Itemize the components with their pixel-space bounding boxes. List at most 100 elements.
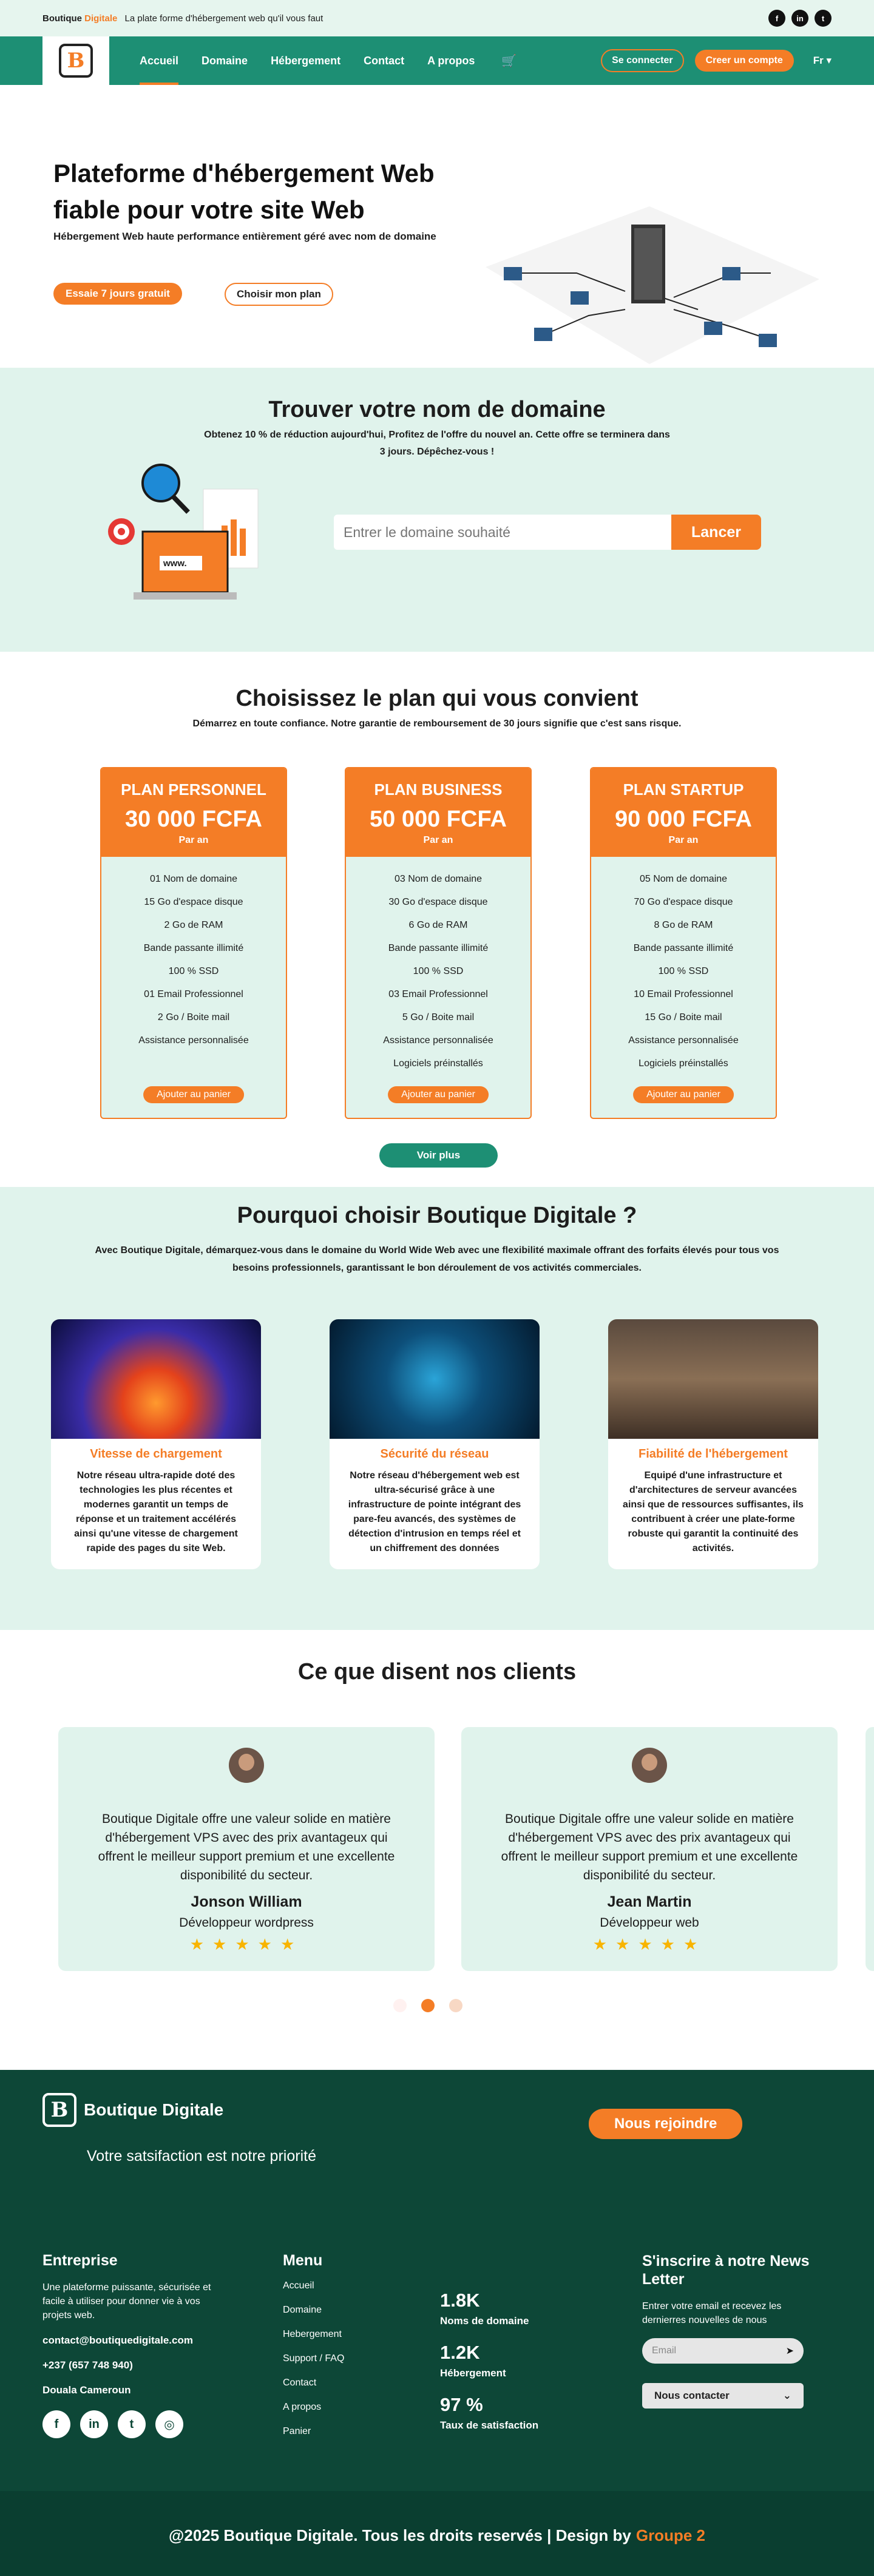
add-to-cart-button[interactable]: Ajouter au panier [388, 1086, 489, 1103]
plan-feature: 15 Go d'espace disque [144, 897, 243, 907]
footer-logo[interactable]: B Boutique Digitale [42, 2093, 223, 2127]
feature-card-reliability: Fiabilité de l'hébergement Equipé d'une … [608, 1319, 818, 1569]
footer-company-title: Entreprise [42, 2252, 118, 2269]
trial-button[interactable]: Essaie 7 jours gratuit [53, 283, 182, 305]
main-nav: B Accueil Domaine Hébergement Contact A … [0, 36, 874, 85]
copyright-text: @2025 Boutique Digitale. Tous les droits… [169, 2526, 631, 2544]
plan-feature: Logiciels préinstallés [393, 1058, 483, 1069]
topbar-tagline: La plate forme d'hébergement web qu'il v… [124, 13, 324, 24]
contact-us-label: Nous contacter [654, 2390, 730, 2401]
footer-link-panier[interactable]: Panier [283, 2426, 344, 2437]
plan-name: PLAN BUSINESS [374, 780, 503, 799]
domain-illustration: www. [108, 464, 259, 600]
choose-plan-button[interactable]: Choisir mon plan [225, 283, 333, 306]
newsletter-email-input[interactable]: Email ➤ [642, 2338, 804, 2364]
plan-feature: Assistance personnalisée [138, 1035, 249, 1046]
plan-feature: 100 % SSD [658, 966, 709, 976]
carousel-dot[interactable] [393, 1999, 407, 2012]
footer-newsletter: S'inscrire à notre News Letter Entrer vo… [642, 2252, 818, 2409]
footer-link-accueil[interactable]: Accueil [283, 2280, 344, 2291]
why-section: Pourquoi choisir Boutique Digitale ? Ave… [0, 1187, 874, 1630]
nav-item-domaine[interactable]: Domaine [202, 36, 248, 85]
feature-card-security: Sécurité du réseau Notre réseau d'héberg… [330, 1319, 540, 1569]
testimonial-card: Boutique Digitale offre une valeur solid… [461, 1727, 838, 1971]
testimonial-role: Développeur wordpress [179, 1916, 314, 1930]
plan-feature: 8 Go de RAM [654, 920, 713, 930]
plan-feature: 100 % SSD [168, 966, 219, 976]
plan-feature: 15 Go / Boite mail [645, 1012, 722, 1023]
newsletter-text: Entrer votre email et recevez les dernie… [642, 2301, 782, 2325]
footer-link-hebergement[interactable]: Hebergement [283, 2329, 344, 2340]
stat-value: 97 % [440, 2394, 483, 2415]
carousel-dot[interactable] [449, 1999, 462, 2012]
testimonial-role: Développeur web [600, 1916, 699, 1930]
plans-title: Choisissez le plan qui vous convient [235, 686, 639, 711]
send-icon[interactable]: ➤ [786, 2345, 794, 2357]
facebook-icon[interactable]: f [768, 10, 785, 27]
plan-feature: 5 Go / Boite mail [402, 1012, 475, 1023]
testimonial-name: Jonson William [191, 1893, 302, 1910]
feature-card-text: Equipé d'une infrastructure et d'archite… [623, 1470, 804, 1553]
avatar [229, 1748, 264, 1783]
login-button[interactable]: Se connecter [601, 49, 684, 72]
footer-email[interactable]: contact@boutiquedigitale.com [42, 2333, 218, 2347]
join-button[interactable]: Nous rejoindre [589, 2109, 743, 2139]
plan-feature: 2 Go de RAM [164, 920, 223, 930]
feature-card-title: Fiabilité de l'hébergement [639, 1447, 788, 1461]
plan-feature: Bande passante illimité [143, 943, 244, 953]
stat-label: Noms de domaine [440, 2315, 529, 2327]
footer-link-contact[interactable]: Contact [283, 2378, 344, 2388]
plan-feature: 03 Nom de domaine [394, 874, 483, 884]
domain-search-button[interactable]: Lancer [671, 515, 761, 550]
footer-menu-title: Menu [283, 2252, 323, 2269]
contact-us-button[interactable]: Nous contacter ⌄ [642, 2383, 804, 2409]
plan-feature: Assistance personnalisée [628, 1035, 739, 1046]
avatar [632, 1748, 667, 1783]
instagram-icon[interactable]: ◎ [155, 2410, 183, 2438]
twitter-icon[interactable]: t [118, 2410, 146, 2438]
footer-socials: f in t ◎ [42, 2410, 218, 2438]
linkedin-icon[interactable]: in [791, 10, 808, 27]
designer-link[interactable]: Groupe 2 [636, 2526, 705, 2545]
testimonial-card-next [866, 1727, 874, 1971]
feature-card-title: Vitesse de chargement [90, 1447, 222, 1461]
padlock-image [330, 1319, 540, 1439]
plan-card-startup: PLAN STARTUP 90 000 FCFA Par an 05 Nom d… [590, 767, 777, 1119]
domain-search-input[interactable] [334, 515, 671, 550]
testimonial-name: Jean Martin [607, 1893, 692, 1910]
plan-feature: Assistance personnalisée [383, 1035, 493, 1046]
footer-link-support[interactable]: Support / FAQ [283, 2353, 344, 2364]
testimonial-text: Boutique Digitale offre une valeur solid… [98, 1812, 395, 1882]
domain-title: Trouver votre nom de domaine [268, 397, 606, 422]
plan-feature: 01 Email Professionnel [144, 989, 243, 999]
facebook-icon[interactable]: f [42, 2410, 70, 2438]
nav-links: Accueil Domaine Hébergement Contact A pr… [140, 36, 517, 85]
footer-link-apropos[interactable]: A propos [283, 2402, 344, 2413]
testimonial-card: Boutique Digitale offre une valeur solid… [58, 1727, 435, 1971]
carousel-dots [393, 1999, 462, 2012]
footer-link-domaine[interactable]: Domaine [283, 2305, 344, 2316]
signup-button[interactable]: Creer un compte [694, 50, 794, 72]
nav-item-contact[interactable]: Contact [364, 36, 404, 85]
speedometer-image [51, 1319, 261, 1439]
feature-card-speed: Vitesse de chargement Notre réseau ultra… [51, 1319, 261, 1569]
rating-stars: ★★★★★ [592, 1935, 706, 1953]
hero-section: Plateforme d'hébergement Web fiable pour… [0, 85, 874, 368]
footer-phone[interactable]: +237 (657 748 940) [42, 2358, 218, 2372]
nav-item-hebergement[interactable]: Hébergement [271, 36, 340, 85]
logo[interactable]: B [42, 36, 109, 85]
linkedin-icon[interactable]: in [80, 2410, 108, 2438]
plan-price: 90 000 FCFA [615, 806, 752, 832]
plan-price: 30 000 FCFA [125, 806, 262, 832]
carousel-dot-active[interactable] [421, 1999, 435, 2012]
nav-item-accueil[interactable]: Accueil [140, 36, 179, 85]
see-more-button[interactable]: Voir plus [379, 1143, 498, 1168]
add-to-cart-button[interactable]: Ajouter au panier [143, 1086, 244, 1103]
add-to-cart-button[interactable]: Ajouter au panier [633, 1086, 734, 1103]
nav-item-apropos[interactable]: A propos [427, 36, 475, 85]
plan-feature: 10 Email Professionnel [634, 989, 733, 999]
cart-icon[interactable]: 🛒 [501, 53, 517, 69]
twitter-icon[interactable]: t [815, 10, 832, 27]
language-select[interactable]: Fr ▾ [813, 55, 832, 67]
testimonials-title: Ce que disent nos clients [297, 1659, 577, 1685]
